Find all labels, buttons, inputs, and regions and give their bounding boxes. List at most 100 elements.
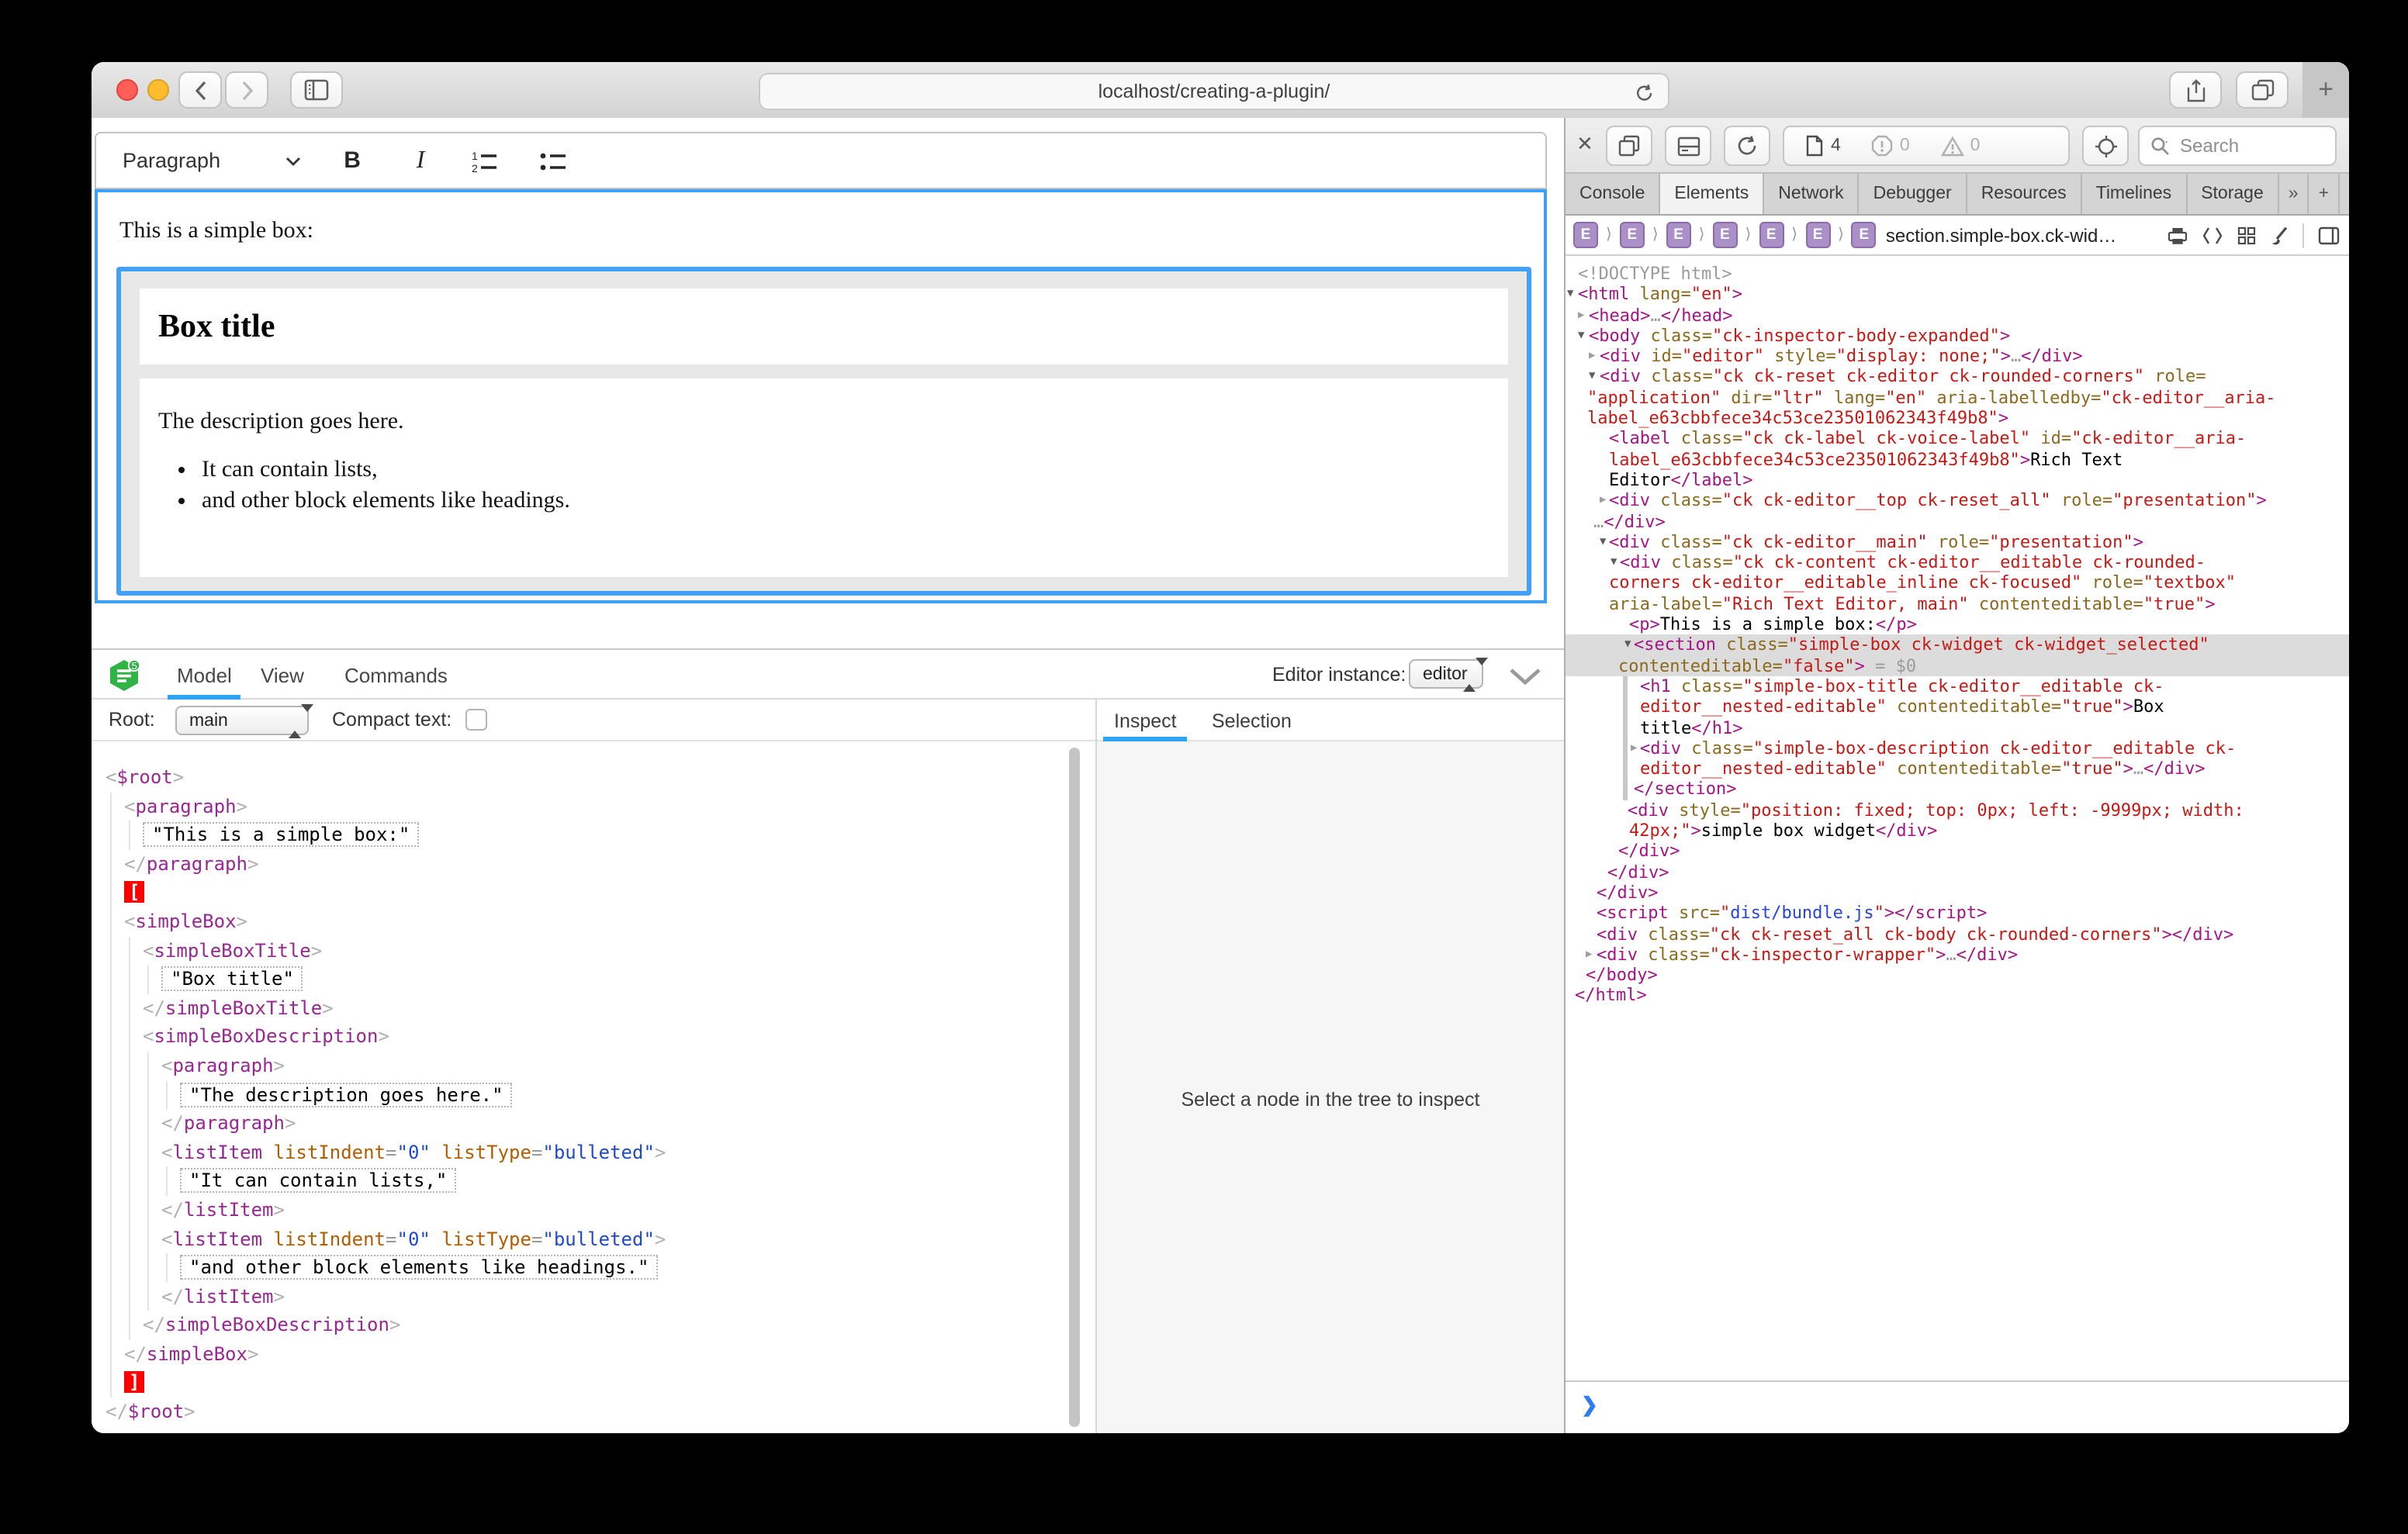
code-line[interactable]: </body>: [1566, 965, 2349, 986]
model-tree-line[interactable]: "This is a simple box:": [92, 821, 1081, 849]
code-line[interactable]: <script src="dist/bundle.js"></script>: [1566, 903, 2349, 924]
model-tree-line[interactable]: <simpleBox>: [92, 907, 1081, 936]
code-line[interactable]: </section>: [1566, 779, 2349, 800]
model-tree-line[interactable]: "The description goes here.": [92, 1080, 1081, 1109]
compact-text-checkbox[interactable]: [465, 709, 487, 731]
inspector-tab-model[interactable]: Model: [177, 650, 232, 700]
devtools-tab-storage[interactable]: Storage: [2187, 174, 2279, 214]
new-tab-button[interactable]: +: [2302, 62, 2349, 118]
code-line[interactable]: title</h1>: [1566, 717, 2349, 738]
reload-icon[interactable]: [1635, 84, 1654, 102]
breadcrumb-element-badge[interactable]: E: [1620, 222, 1645, 248]
model-tree-line[interactable]: <listItem listIndent="0" listType="bulle…: [92, 1138, 1081, 1166]
print-icon[interactable]: [2168, 226, 2188, 245]
code-line[interactable]: ▶<head>…</head>: [1566, 305, 2349, 326]
code-line[interactable]: ▼<div class="ck ck-content ck-editor__ed…: [1566, 552, 2349, 573]
devtools-reload-button[interactable]: [1724, 126, 1770, 166]
close-devtools-button[interactable]: ✕: [1576, 132, 1593, 157]
bold-button[interactable]: B: [335, 147, 369, 174]
duplicate-button[interactable]: [1606, 126, 1652, 166]
code-line[interactable]: ▶<div id="editor" style="display: none;"…: [1566, 346, 2349, 367]
model-tree-line[interactable]: ]: [92, 1369, 1081, 1398]
model-tree-line[interactable]: <simpleBoxDescription>: [92, 1023, 1081, 1052]
code-line[interactable]: <!DOCTYPE html>: [1566, 264, 2349, 285]
grid-icon[interactable]: [2237, 226, 2256, 245]
url-field[interactable]: localhost/creating-a-plugin/: [759, 73, 1669, 110]
sidebar-toggle-icon[interactable]: [2318, 226, 2340, 245]
inspector-tab-commands[interactable]: Commands: [344, 650, 448, 700]
collapse-inspector-icon[interactable]: [1508, 667, 1542, 686]
model-tree-line[interactable]: </simpleBox>: [92, 1340, 1081, 1369]
code-line[interactable]: ▼<div class="ck ck-reset ck-editor ck-ro…: [1566, 367, 2349, 388]
devtools-tab-elements[interactable]: Elements: [1660, 174, 1764, 214]
code-line[interactable]: <div style="position: fixed; top: 0px; l…: [1566, 800, 2349, 821]
model-tree-line[interactable]: <simpleBoxTitle>: [92, 936, 1081, 965]
code-line[interactable]: label_e63cbbfece34c53ce23501062343f49b8"…: [1566, 408, 2349, 429]
breadcrumb-element-badge[interactable]: E: [1852, 222, 1877, 248]
code-line[interactable]: <label class="ck ck-label ck-voice-label…: [1566, 429, 2349, 450]
model-tree-line[interactable]: "and other block elements like headings.…: [92, 1253, 1081, 1282]
editor-instance-select[interactable]: editor: [1409, 659, 1483, 689]
model-tree-line[interactable]: </simpleBoxTitle>: [92, 994, 1081, 1023]
root-select[interactable]: main: [175, 706, 309, 735]
italic-button[interactable]: I: [403, 147, 438, 174]
code-line[interactable]: ▼<html lang="en">: [1566, 285, 2349, 306]
dock-button[interactable]: [1665, 126, 1711, 166]
code-line[interactable]: "application" dir="ltr" lang="en" aria-l…: [1566, 388, 2349, 409]
devtools-tab-console[interactable]: Console: [1566, 174, 1660, 214]
simple-box-description[interactable]: The description goes here. It can contai…: [140, 378, 1508, 577]
model-tree-line[interactable]: </listItem>: [92, 1196, 1081, 1225]
inspector-tab-view[interactable]: View: [261, 650, 304, 700]
devtools-tab-[interactable]: »: [2279, 174, 2309, 214]
back-button[interactable]: [178, 71, 222, 109]
breadcrumb-element-badge[interactable]: E: [1712, 222, 1737, 248]
tree-scrollbar[interactable]: [1069, 748, 1080, 1427]
breadcrumb-element-badge[interactable]: E: [1759, 222, 1784, 248]
code-line[interactable]: …</div>: [1566, 511, 2349, 532]
code-line[interactable]: label_e63cbbfece34c53ce23501062343f49b8"…: [1566, 449, 2349, 470]
model-tree-line[interactable]: </listItem>: [92, 1282, 1081, 1311]
code-line[interactable]: </div>: [1566, 841, 2349, 862]
model-tree-line[interactable]: "It can contain lists,": [92, 1167, 1081, 1196]
simple-box-widget[interactable]: Box title The description goes here. It …: [116, 267, 1531, 596]
model-tree-line[interactable]: <paragraph>: [92, 1052, 1081, 1080]
model-tree-line[interactable]: </$root>: [92, 1398, 1081, 1426]
numbered-list-button[interactable]: 12: [472, 150, 506, 171]
issues-summary[interactable]: 4 0 0: [1783, 126, 2070, 166]
breadcrumb-element-badge[interactable]: E: [1573, 222, 1598, 248]
detail-tab-inspect[interactable]: Inspect: [1114, 700, 1177, 741]
code-line[interactable]: <p>This is a simple box:</p>: [1566, 614, 2349, 635]
model-tree-line[interactable]: </paragraph>: [92, 850, 1081, 879]
paintbrush-icon[interactable]: [2270, 226, 2289, 246]
minimize-window-button[interactable]: [147, 79, 169, 101]
paragraph-dropdown[interactable]: Paragraph: [123, 149, 301, 172]
code-line[interactable]: 42px;">simple box widget</div>: [1566, 821, 2349, 841]
close-window-button[interactable]: [116, 79, 138, 101]
code-line[interactable]: </div>: [1566, 862, 2349, 883]
code-line[interactable]: aria-label="Rich Text Editor, main" cont…: [1566, 594, 2349, 615]
editor-editable-area[interactable]: This is a simple box: Box title The desc…: [95, 189, 1547, 603]
tab-overview-button[interactable]: [2236, 71, 2289, 109]
code-line[interactable]: corners ck-editor__editable_inline ck-fo…: [1566, 573, 2349, 594]
code-line[interactable]: <h1 class="simple-box-title ck-editor__e…: [1566, 676, 2349, 697]
code-line[interactable]: ▶<div class="ck ck-editor__top ck-reset_…: [1566, 491, 2349, 512]
model-tree-line[interactable]: </simpleBoxDescription>: [92, 1311, 1081, 1340]
code-line[interactable]: editor__nested-editable" contenteditable…: [1566, 696, 2349, 717]
devtools-tab-[interactable]: +: [2309, 174, 2340, 214]
element-picker-button[interactable]: [2082, 126, 2129, 166]
code-line[interactable]: contenteditable="false"> = $0: [1566, 655, 2349, 676]
model-tree-line[interactable]: [: [92, 879, 1081, 907]
devtools-tab-timelines[interactable]: Timelines: [2082, 174, 2188, 214]
console-prompt[interactable]: ❯: [1566, 1380, 2349, 1433]
model-tree-line[interactable]: </paragraph>: [92, 1109, 1081, 1138]
code-line[interactable]: ▼<div class="ck ck-editor__main" role="p…: [1566, 532, 2349, 553]
share-button[interactable]: [2169, 71, 2222, 109]
breadcrumb-selected-node[interactable]: section.simple-box.ck-wid…: [1886, 224, 2116, 246]
model-tree-line[interactable]: <paragraph>: [92, 792, 1081, 821]
code-line[interactable]: Editor</label>: [1566, 470, 2349, 491]
code-brackets-icon[interactable]: [2202, 226, 2223, 245]
model-tree-line[interactable]: "Box title": [92, 965, 1081, 993]
code-line[interactable]: ▼<body class="ck-inspector-body-expanded…: [1566, 326, 2349, 347]
breadcrumb-element-badge[interactable]: E: [1666, 222, 1691, 248]
forward-button[interactable]: [225, 71, 268, 109]
